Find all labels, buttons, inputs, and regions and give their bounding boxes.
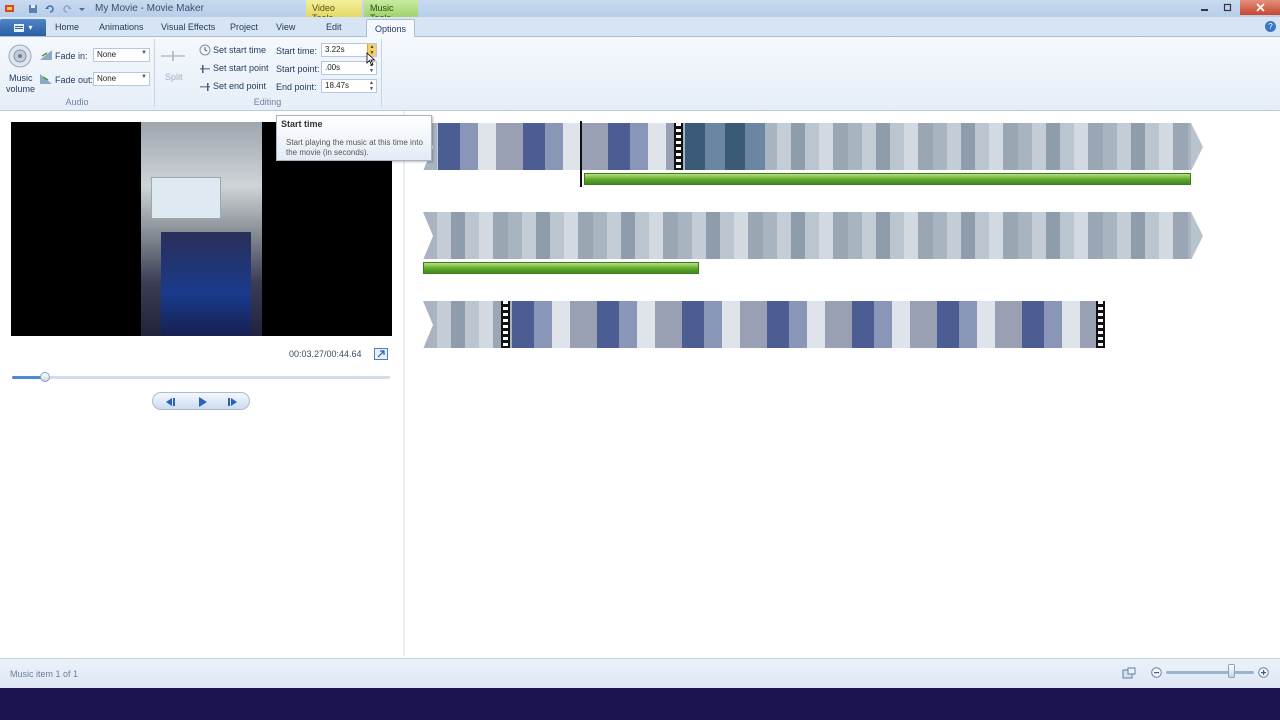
close-button[interactable] <box>1240 0 1280 15</box>
fade-out-icon <box>39 73 53 85</box>
clip-thumbnails <box>685 123 765 170</box>
fade-in-dropdown[interactable]: None ▼ <box>93 48 150 62</box>
music-track-bar[interactable] <box>584 173 1191 185</box>
end-point-label: End point: <box>276 82 317 92</box>
play-button[interactable] <box>194 395 210 409</box>
start-point-icon <box>198 62 211 75</box>
split-icon <box>160 49 186 63</box>
start-point-value: .00s <box>325 63 341 72</box>
tooltip-body: Start playing the music at this time int… <box>286 138 423 157</box>
storyboard-clip-row-1[interactable] <box>423 123 1191 170</box>
menu-icon <box>14 23 25 32</box>
minimize-button[interactable] <box>1192 0 1216 15</box>
context-tab-video-tools[interactable]: Video Tools <box>306 0 362 23</box>
start-time-label: Start time: <box>276 46 318 56</box>
playback-controls <box>152 392 250 410</box>
zoom-slider-thumb[interactable] <box>1228 664 1235 678</box>
tab-options[interactable]: Options <box>366 19 416 38</box>
file-menu-button[interactable]: ▾ <box>0 19 46 36</box>
context-tab-music-tools[interactable]: Music Tools <box>364 0 418 23</box>
tab-view[interactable]: View <box>276 22 295 32</box>
music-volume-label: Music <box>9 73 33 83</box>
set-start-time-button[interactable]: Set start time <box>213 45 266 55</box>
mouse-cursor-icon <box>366 52 376 66</box>
help-icon[interactable]: ? <box>1265 21 1276 32</box>
end-point-input[interactable]: 18.47s ▲ ▼ <box>321 79 377 93</box>
audience <box>161 232 251 336</box>
transition-marker-icon <box>501 301 510 348</box>
zoom-out-icon[interactable] <box>1150 666 1163 679</box>
chevron-down-icon: ▾ <box>28 23 33 32</box>
timecode-readout: 00:03.27/00:44.64 <box>289 349 362 359</box>
window-title: My Movie - Movie Maker <box>95 3 204 14</box>
redo-icon[interactable] <box>60 2 73 15</box>
audio-group-label: Audio <box>65 97 89 107</box>
previous-frame-button[interactable] <box>162 395 178 409</box>
fullscreen-icon[interactable] <box>374 348 388 360</box>
tab-animations[interactable]: Animations <box>99 22 144 32</box>
app-icon[interactable] <box>3 2 16 15</box>
fade-out-value: None <box>97 74 117 83</box>
ribbon: Music volume Fade in: None ▼ Fade out: N… <box>0 37 1280 111</box>
fade-out-label: Fade out: <box>55 75 94 85</box>
zoom-slider[interactable] <box>1166 671 1254 674</box>
storyboard-clip-row-2[interactable] <box>423 212 1191 259</box>
projector-screen <box>151 177 221 219</box>
next-frame-button[interactable] <box>225 395 241 409</box>
tab-project[interactable]: Project <box>230 22 258 32</box>
fade-in-value: None <box>97 50 117 59</box>
clip-continue-arrow-icon <box>1191 212 1203 260</box>
tooltip-title: Start time <box>281 119 323 129</box>
tab-visual-effects[interactable]: Visual Effects <box>161 22 215 32</box>
status-text: Music item 1 of 1 <box>10 669 79 679</box>
end-point-value: 18.47s <box>325 81 350 90</box>
clip-thumbnails <box>512 301 1097 348</box>
seek-thumb[interactable] <box>40 372 51 382</box>
chevron-down-icon: ▼ <box>141 74 147 80</box>
set-end-point-button[interactable]: Set end point <box>213 81 266 91</box>
fade-in-icon <box>39 49 53 61</box>
clip-thumbnails <box>438 123 683 170</box>
clip-start-notch <box>423 301 433 349</box>
maximize-button[interactable] <box>1215 0 1239 15</box>
split-button[interactable]: Split <box>165 72 183 82</box>
fade-in-label: Fade in: <box>55 51 88 61</box>
end-point-icon <box>198 80 211 93</box>
music-volume-icon[interactable] <box>7 43 33 69</box>
ribbon-tab-bar: ▾ Home Animations Visual Effects Project… <box>0 17 1280 38</box>
clock-icon <box>198 43 211 56</box>
music-volume-label-2: volume <box>6 84 36 94</box>
music-track-bar[interactable] <box>423 262 699 274</box>
editing-group-label: Editing <box>253 97 282 107</box>
movie-maker-window: My Movie - Movie Maker Video Tools Music… <box>0 0 1280 688</box>
playhead[interactable] <box>580 121 582 187</box>
status-bar: Music item 1 of 1 <box>0 658 1280 688</box>
pane-splitter[interactable] <box>403 111 405 656</box>
clip-start-notch <box>423 212 433 260</box>
undo-icon[interactable] <box>43 2 56 15</box>
seek-bar[interactable] <box>12 372 390 382</box>
save-icon[interactable] <box>26 2 39 15</box>
thumbnail-size-icon[interactable] <box>1121 666 1137 680</box>
start-point-label: Start point: <box>276 64 320 74</box>
customize-toolbar-icon[interactable] <box>75 2 88 15</box>
storyboard-clip-row-3[interactable] <box>423 301 1105 348</box>
transition-marker-icon <box>674 123 683 170</box>
start-time-tooltip: Start time Start playing the music at th… <box>276 115 432 161</box>
title-bar: My Movie - Movie Maker Video Tools Music… <box>0 0 1280 23</box>
start-time-value: 3.22s <box>325 45 345 54</box>
fade-out-dropdown[interactable]: None ▼ <box>93 72 150 86</box>
clip-continue-arrow-icon <box>1191 123 1203 171</box>
zoom-in-icon[interactable] <box>1257 666 1270 679</box>
clip-end-marker-icon <box>1096 301 1105 348</box>
group-separator <box>381 39 382 107</box>
tab-home[interactable]: Home <box>55 22 79 32</box>
chevron-down-icon: ▼ <box>141 50 147 56</box>
set-start-point-button[interactable]: Set start point <box>213 63 269 73</box>
tab-edit[interactable]: Edit <box>326 22 342 32</box>
preview-frame <box>141 122 262 336</box>
spinner-arrows-icon[interactable]: ▲▼ <box>367 80 376 92</box>
